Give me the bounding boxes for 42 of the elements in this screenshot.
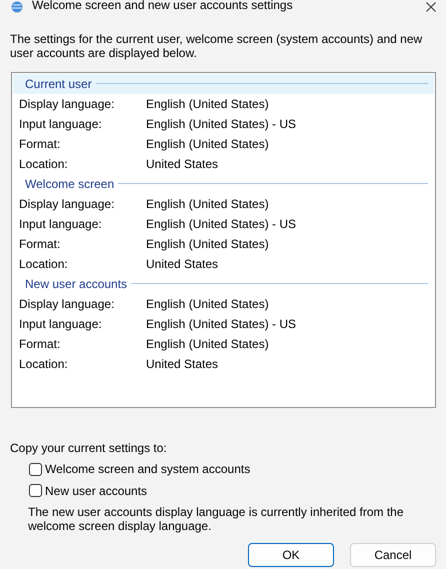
checkbox-label[interactable]: New user accounts <box>45 484 148 498</box>
setting-label: Format: <box>19 336 62 351</box>
setting-value: English (United States) - US <box>146 216 296 231</box>
setting-label: Display language: <box>19 96 116 111</box>
setting-value: English (United States) <box>146 236 269 251</box>
setting-label: Input language: <box>19 216 103 231</box>
checkbox-label[interactable]: Welcome screen and system accounts <box>45 462 250 477</box>
close-icon[interactable] <box>426 2 436 12</box>
checkbox[interactable] <box>29 484 42 498</box>
cancel-button[interactable]: Cancel <box>350 542 436 567</box>
setting-value: English (United States) - US <box>146 116 296 131</box>
section-header[interactable]: Current user <box>13 74 434 94</box>
intro-text: The settings for the current user, welcome screen (system accounts) and new user accounts are displayed below. <box>9 31 424 61</box>
setting-value: United States <box>146 156 218 171</box>
window-title: Welcome screen and new user accounts settings <box>32 0 294 12</box>
setting-label: Format: <box>19 136 62 151</box>
setting-value: English (United States) - US <box>146 316 296 331</box>
checkbox[interactable] <box>29 462 42 476</box>
note-text: The new user accounts display language is currently inherited from the welcome screen display language. <box>27 504 405 534</box>
setting-value: English (United States) <box>146 336 269 351</box>
setting-value: English (United States) <box>146 296 269 311</box>
setting-value: English (United States) <box>146 96 269 111</box>
setting-value: English (United States) <box>146 196 269 211</box>
setting-label: Format: <box>19 236 62 251</box>
setting-label: Display language: <box>19 196 116 211</box>
setting-value: United States <box>146 256 218 271</box>
setting-label: Input language: <box>19 316 103 331</box>
section-title: Welcome screen <box>25 176 114 191</box>
section-title: New user accounts <box>25 276 128 291</box>
setting-label: Display language: <box>19 296 116 311</box>
section-header[interactable]: Welcome screen <box>13 174 434 194</box>
setting-label: Location: <box>19 256 69 271</box>
setting-value: English (United States) <box>146 136 269 151</box>
section-title: Current user <box>25 76 92 91</box>
section-header[interactable]: New user accounts <box>13 274 434 294</box>
setting-value: United States <box>146 356 218 371</box>
copy-label: Copy your current settings to: <box>9 440 168 456</box>
setting-label: Input language: <box>19 116 103 131</box>
ok-button[interactable]: OK <box>248 542 334 567</box>
setting-label: Location: <box>19 356 69 371</box>
setting-label: Location: <box>19 156 69 171</box>
globe-icon <box>10 1 24 13</box>
